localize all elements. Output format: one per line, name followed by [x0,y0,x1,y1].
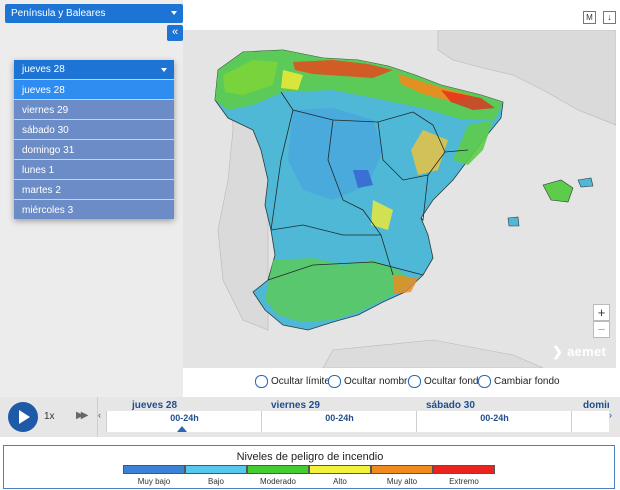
timeline-day[interactable]: sábado 30 00-24h [416,397,572,437]
timeline-next-icon[interactable]: › [609,410,612,420]
caret-down-icon [161,68,167,72]
timeline-slot[interactable] [571,411,609,432]
aemet-logo: ❯ aemet [552,344,606,360]
caret-down-icon [171,11,177,15]
region-select-value: Península y Baleares [11,8,106,19]
timeline-day[interactable]: viernes 29 00-24h [261,397,417,437]
day-dropdown-selected-label: jueves 28 [22,64,65,75]
zoom-out-button[interactable]: − [593,321,610,338]
timeline-slot[interactable]: 00-24h [261,411,417,432]
timeline-slot[interactable]: 00-24h [416,411,572,432]
logo-mark-icon: ❯ [552,344,568,359]
zoom-in-button[interactable]: + [593,304,610,321]
timeline-day[interactable]: domin [571,397,609,437]
day-dropdown[interactable]: jueves 28 jueves 28 viernes 29 sábado 30… [14,60,174,219]
timeline-day-name: viernes 29 [271,400,320,411]
legend-label: Alto [333,477,347,486]
play-button[interactable] [8,402,38,432]
logo-text: aemet [567,344,607,359]
download-icon[interactable]: ↓ [603,11,616,24]
legend-label: Extremo [449,477,479,486]
toggle-label: Ocultar nombres [344,375,418,387]
speed-selector[interactable]: 1x [44,411,70,422]
checkbox-icon[interactable] [408,374,421,388]
legend-swatch [433,465,495,474]
checkbox-icon[interactable] [478,374,491,388]
toggle-change-background[interactable]: Cambiar fondo [478,374,560,388]
fast-forward-icon[interactable]: ▶▶ [76,410,89,421]
legend-title: Niveles de peligro de incendio [236,451,384,463]
fire-risk-map[interactable] [183,30,616,368]
timeline-marker-icon [177,426,187,432]
timeline-day-name: sábado 30 [426,400,475,411]
legend-label: Bajo [207,477,224,486]
legend-swatch [247,465,309,474]
toggle-label: Ocultar fondo [424,375,485,387]
timeline-day-name: domin [583,400,609,411]
play-icon [19,410,30,424]
day-option[interactable]: domingo 31 [14,139,174,159]
day-option[interactable]: lunes 1 [14,159,174,179]
day-option[interactable]: sábado 30 [14,119,174,139]
day-option[interactable]: viernes 29 [14,99,174,119]
toggle-hide-background[interactable]: Ocultar fondo [408,374,484,388]
legend-label: Muy alto [386,477,418,486]
region-select[interactable]: Península y Baleares [5,4,183,23]
toggle-hide-borders[interactable]: Ocultar límites [255,374,335,388]
legend-label: Moderado [259,477,297,486]
toggle-label: Ocultar límites [271,375,335,387]
map-canvas [183,30,616,368]
toggle-label: Cambiar fondo [494,375,560,387]
day-option[interactable]: jueves 28 [14,79,174,99]
legend-swatch [309,465,371,474]
legend-label: Muy bajo [137,477,171,486]
day-option[interactable]: martes 2 [14,179,174,199]
legend-swatch [371,465,433,474]
day-option[interactable]: miércoles 3 [14,199,174,219]
legend-swatch [185,465,247,474]
toggle-hide-names[interactable]: Ocultar nombres [328,374,418,388]
day-dropdown-selected[interactable]: jueves 28 [14,60,174,79]
legend-swatch [123,465,185,474]
map-mode-button[interactable]: M [583,11,596,24]
collapse-panel-button[interactable]: « [167,25,183,41]
checkbox-icon[interactable] [328,374,341,388]
timeline-day-name: jueves 28 [132,400,178,411]
timeline-prev-icon[interactable]: ‹ [98,410,101,420]
checkbox-icon[interactable] [255,374,268,388]
